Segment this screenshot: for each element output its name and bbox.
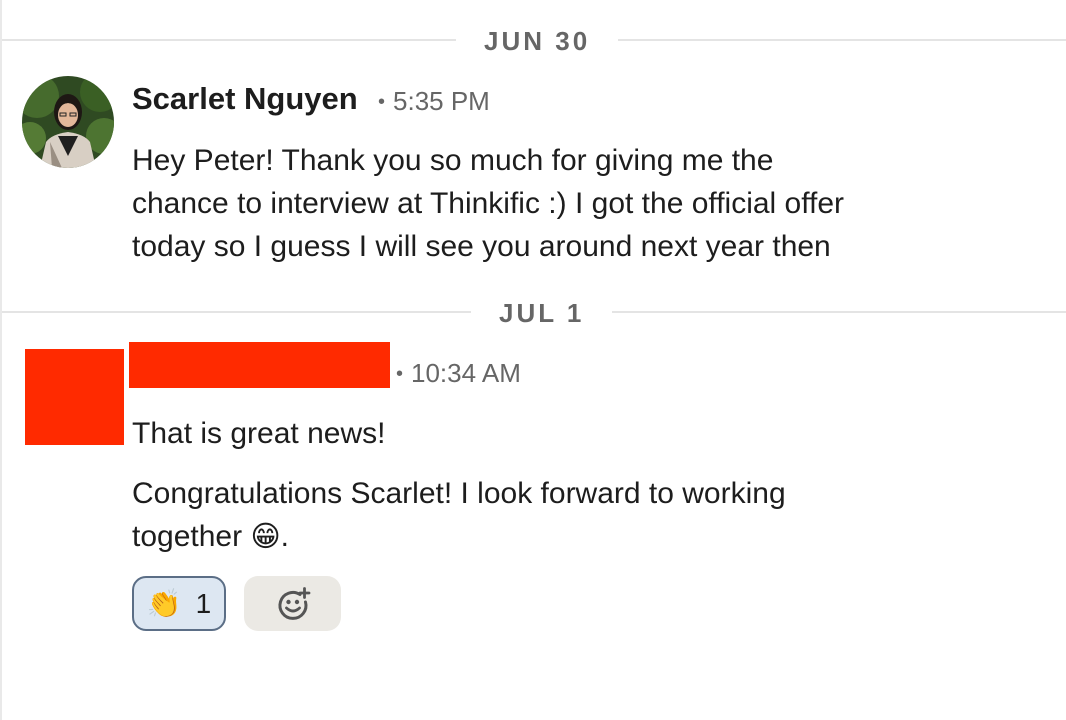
separator-dot: •: [396, 363, 404, 385]
add-reaction-button[interactable]: [244, 576, 341, 631]
message-timestamp: • 10:34 AM: [396, 354, 521, 393]
message-thread: JUN 30 Scarlet Nguyen • 5:35 PM Hey Peter…: [0, 0, 1066, 720]
message-text: together: [132, 520, 243, 553]
smiley-plus-icon: [278, 586, 310, 620]
message-text-line: Hey Peter! Thank you so much for giving …: [132, 144, 774, 177]
message-text-line: chance to interview at Thinkific :) I go…: [132, 187, 845, 220]
separator-dot: •: [378, 91, 386, 113]
message-timestamp: • 5:35 PM: [378, 82, 490, 121]
avatar[interactable]: [22, 76, 114, 168]
clap-reaction-button[interactable]: 👏 1: [132, 576, 226, 631]
message-text-line: today so I guess I will see you around n…: [132, 230, 831, 263]
message-text-line: together 😁.: [132, 515, 289, 559]
clap-emoji-icon: 👏: [146, 588, 182, 619]
date-divider-label: JUN 30: [456, 26, 619, 56]
grinning-emoji: 😁: [250, 521, 281, 553]
redacted-avatar: [25, 349, 124, 445]
reaction-count: 1: [195, 587, 212, 619]
date-divider-label: JUL 1: [471, 298, 613, 328]
sender-name[interactable]: Scarlet Nguyen: [132, 80, 358, 118]
redacted-sender-name: [129, 342, 390, 388]
timestamp-text: 10:34 AM: [411, 358, 521, 388]
message-text: .: [280, 520, 290, 553]
message-text-line: Congratulations Scarlet! I look forward …: [132, 477, 786, 510]
timestamp-text: 5:35 PM: [393, 86, 490, 116]
profile-photo: [22, 76, 114, 168]
message-text-line: That is great news!: [132, 417, 386, 450]
